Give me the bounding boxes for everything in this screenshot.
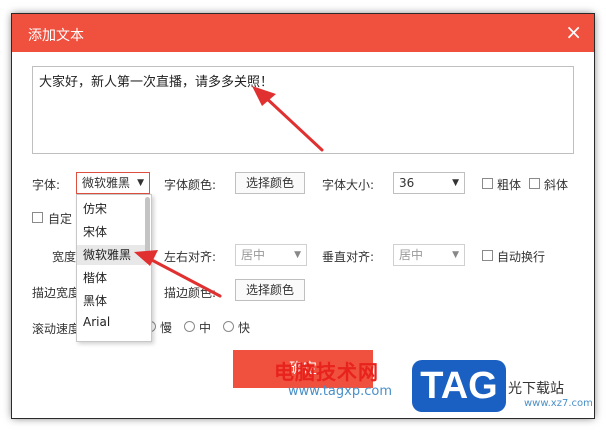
watermark-side-text: 光下载站 xyxy=(508,381,564,397)
watermark-logo: TAG xyxy=(412,360,506,412)
arrow-to-text xyxy=(252,86,324,152)
watermark-site-name: 电脑技术网 xyxy=(274,360,379,384)
arrow-to-font-option xyxy=(134,250,222,298)
watermark-url: www.tagxp.com xyxy=(288,384,392,399)
watermark-side-url: www.xz7.com xyxy=(524,398,593,409)
